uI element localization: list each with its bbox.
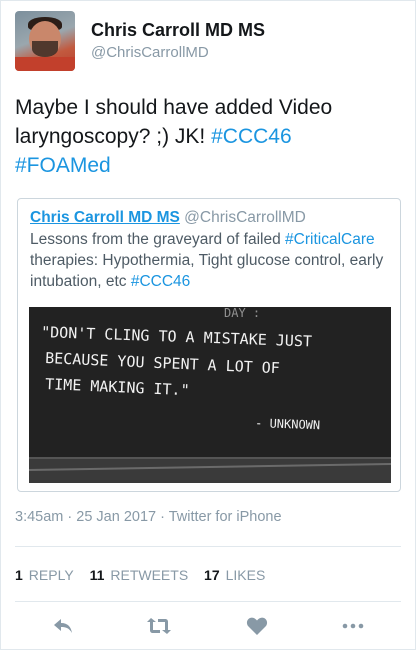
hashtag-link[interactable]: #FOAMed	[15, 154, 111, 177]
author-handle[interactable]: @ChrisCarrollMD	[91, 43, 265, 63]
image-scrawl: DAY :	[224, 307, 260, 320]
quoted-author-handle: @ChrisCarrollMD	[184, 209, 306, 226]
quoted-tweet[interactable]: Chris Carroll MD MS @ChrisCarrollMD Less…	[17, 198, 401, 492]
quoted-author-name[interactable]: Chris Carroll MD MS	[30, 209, 180, 226]
quoted-text-part: Lessons from the graveyard of failed	[30, 231, 286, 248]
like-count-number: 17	[204, 567, 220, 583]
reply-count-number: 1	[15, 567, 23, 583]
like-count[interactable]: 17 LIKES	[204, 567, 265, 583]
tweet-timestamp[interactable]: 3:45am · 25 Jan 2017 · Twitter for iPhon…	[15, 509, 282, 525]
action-bar	[1, 612, 416, 640]
more-button[interactable]	[339, 612, 367, 640]
more-icon	[342, 623, 364, 629]
quoted-tweet-text: Lessons from the graveyard of failed #Cr…	[30, 229, 392, 292]
retweet-icon	[147, 618, 171, 634]
tweet-card: Chris Carroll MD MS @ChrisCarrollMD Mayb…	[0, 0, 416, 650]
reply-button[interactable]	[49, 612, 77, 640]
like-button[interactable]	[243, 612, 271, 640]
hashtag-link[interactable]: #CriticalCare	[285, 231, 375, 248]
hashtag-link[interactable]: #CCC46	[211, 125, 292, 148]
hashtag-link[interactable]: #CCC46	[131, 273, 190, 290]
retweet-count-number: 11	[89, 567, 105, 583]
tweet-text: Maybe I should have added Video laryngos…	[15, 93, 405, 180]
reply-count-label: REPLY	[28, 567, 74, 583]
divider	[15, 546, 401, 547]
quoted-tweet-header: Chris Carroll MD MS @ChrisCarrollMD	[30, 208, 306, 228]
tweet-stats: 1 REPLY 11 RETWEETS 17 LIKES	[15, 567, 277, 583]
retweet-button[interactable]	[145, 612, 173, 640]
image-attribution: - UNKNOWN	[255, 416, 320, 432]
reply-count[interactable]: 1 REPLY	[15, 567, 74, 583]
chalkboard-image: DAY : "DON'T CLING TO A MISTAKE JUST BEC…	[29, 307, 391, 483]
quoted-text-part: therapies: Hypothermia, Tight glucose co…	[30, 252, 384, 290]
reply-icon	[54, 619, 72, 633]
tweet-header: Chris Carroll MD MS @ChrisCarrollMD	[15, 11, 265, 75]
like-count-label: LIKES	[225, 567, 266, 583]
retweet-count-label: RETWEETS	[110, 567, 189, 583]
quoted-image[interactable]: DAY : "DON'T CLING TO A MISTAKE JUST BEC…	[29, 307, 391, 483]
retweet-count[interactable]: 11 RETWEETS	[90, 567, 189, 583]
avatar[interactable]	[15, 11, 75, 71]
author-info: Chris Carroll MD MS @ChrisCarrollMD	[91, 19, 265, 63]
author-name[interactable]: Chris Carroll MD MS	[91, 19, 265, 41]
divider	[15, 601, 401, 602]
like-icon	[246, 617, 268, 635]
